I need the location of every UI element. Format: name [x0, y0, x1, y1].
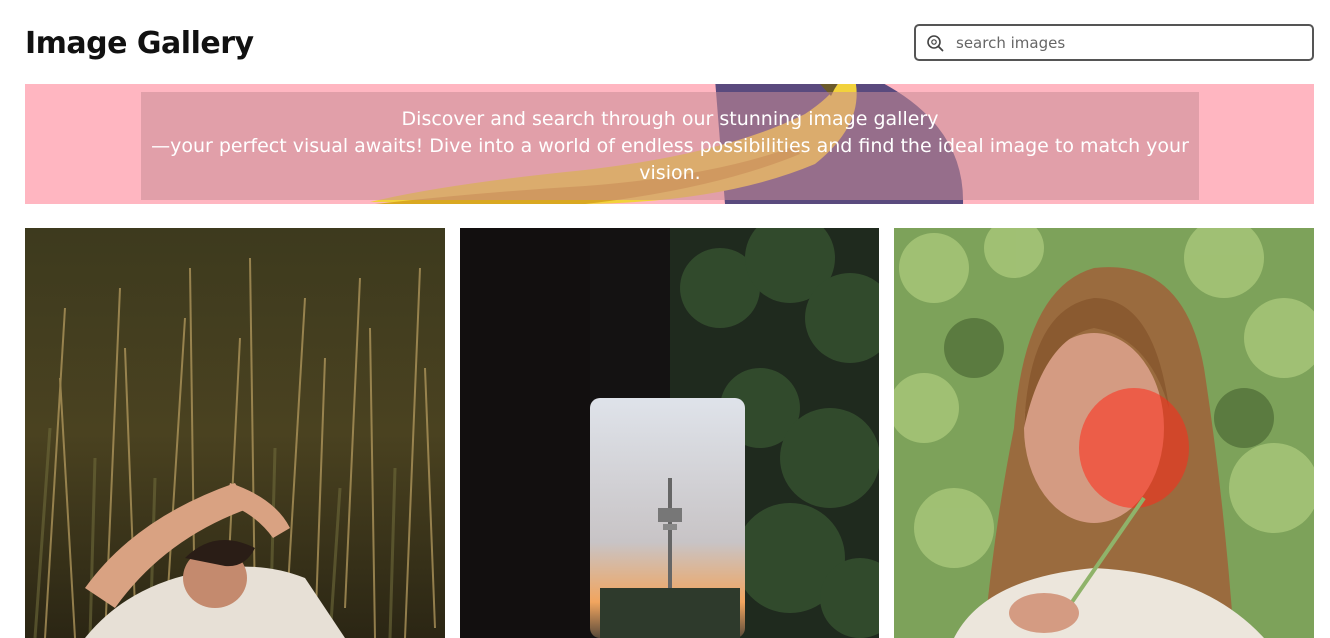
banner-text: Discover and search through our stunning… — [141, 106, 1199, 187]
banner-line-3: vision. — [639, 162, 701, 184]
gallery-image-1[interactable] — [25, 228, 445, 638]
hero-banner: Discover and search through our stunning… — [25, 84, 1314, 204]
image-grid — [25, 228, 1314, 638]
grass-photo — [25, 228, 445, 638]
banner-line-1: Discover and search through our stunning… — [401, 108, 939, 130]
search-icon — [927, 35, 944, 52]
banner-line-2: —your perfect visual awaits! Dive into a… — [151, 135, 1189, 157]
page-title: Image Gallery — [25, 26, 254, 61]
gallery-image-2[interactable] — [460, 228, 879, 638]
tower-photo — [460, 228, 879, 638]
portrait-photo — [894, 228, 1314, 638]
search-input[interactable] — [954, 30, 1303, 56]
gallery-image-3[interactable] — [894, 228, 1314, 638]
search-box[interactable] — [914, 24, 1314, 61]
page-header: Image Gallery — [25, 0, 1314, 84]
